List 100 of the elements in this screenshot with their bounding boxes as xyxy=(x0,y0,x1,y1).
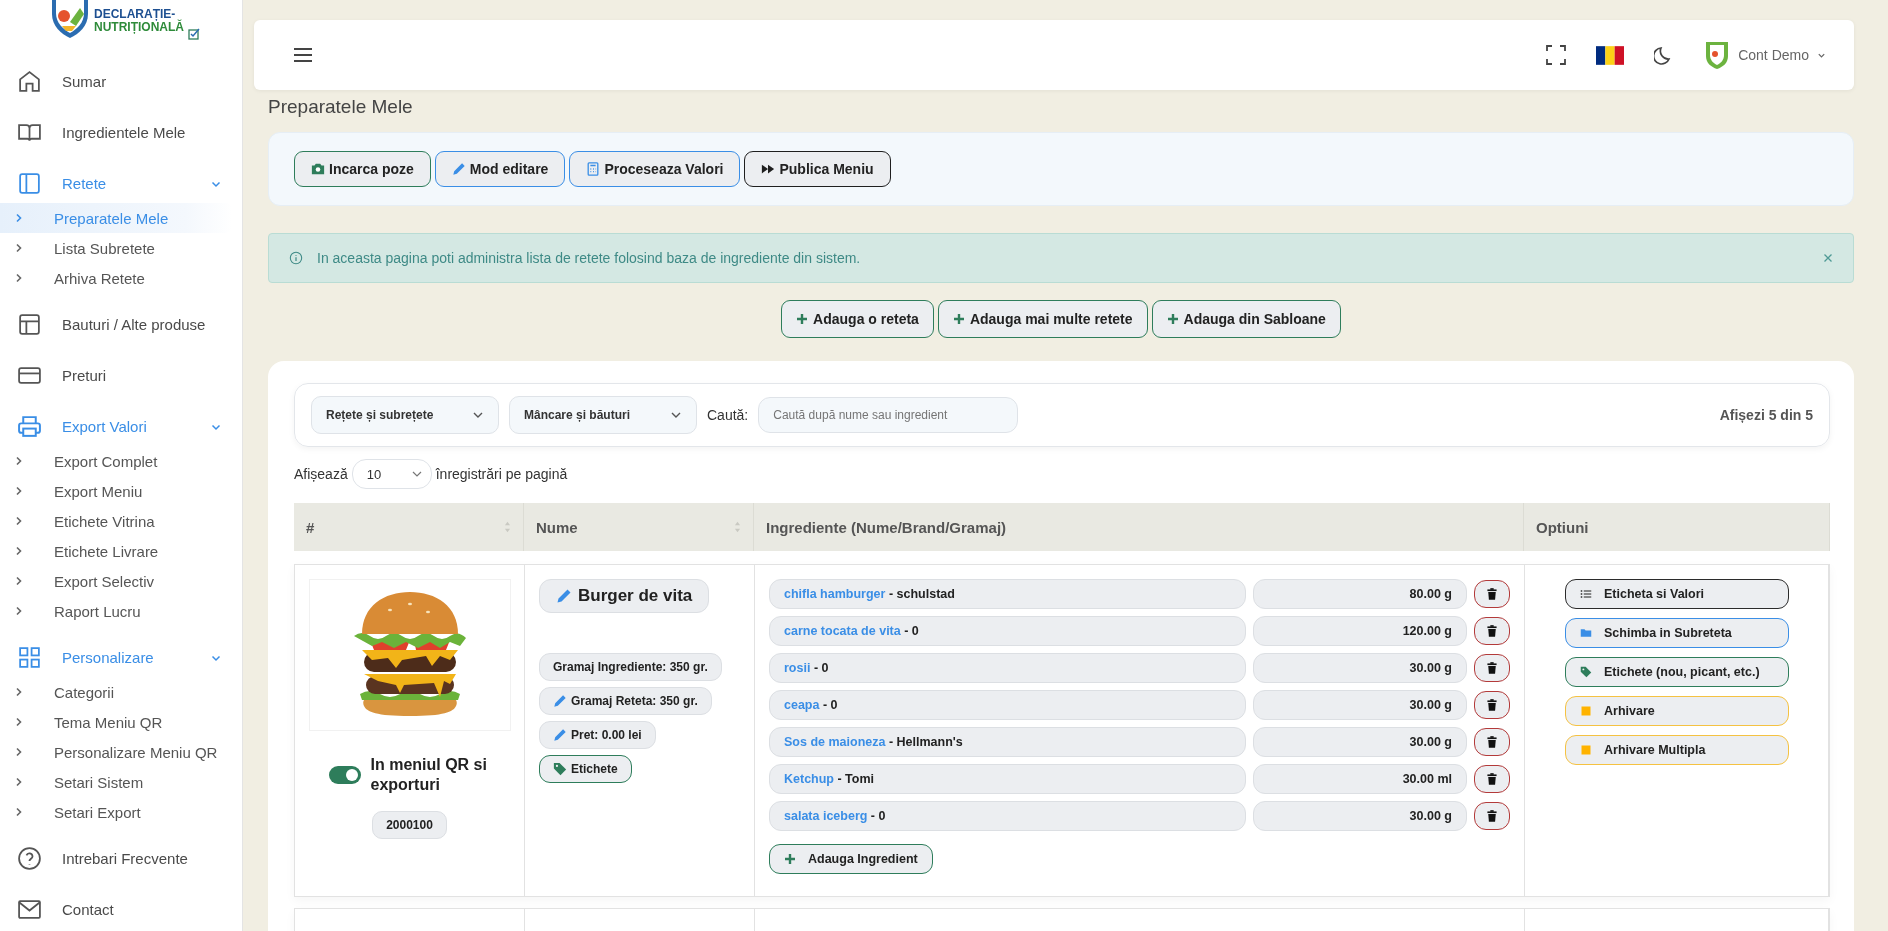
sidebar-item[interactable]: Sumar xyxy=(0,56,242,107)
delete-button[interactable] xyxy=(1474,654,1510,682)
option-button[interactable]: Schimba in Subreteta xyxy=(1565,618,1789,648)
chevron-right-icon xyxy=(14,486,24,496)
toolbar-button[interactable]: Mod editare xyxy=(434,151,566,187)
option-button[interactable]: Arhivare xyxy=(1565,696,1789,726)
sidebar-subitem[interactable]: Raport Lucru xyxy=(0,596,242,626)
sidebar-subitem[interactable]: Export Meniu xyxy=(0,476,242,506)
checkbox-icon xyxy=(188,28,200,40)
add-recipe-button[interactable]: Adauga mai multe retete xyxy=(937,300,1148,338)
page-length-label: înregistrări pe pagină xyxy=(435,466,568,482)
toggle-switch[interactable] xyxy=(328,766,361,784)
add-recipe-button[interactable]: Adauga o reteta xyxy=(781,300,934,338)
pencil-icon xyxy=(553,728,567,742)
delete-button[interactable] xyxy=(1474,802,1510,830)
sidebar-item[interactable]: Contact xyxy=(0,884,242,931)
chevron-right-icon xyxy=(14,687,24,697)
option-button[interactable]: Etichete (nou, picant, etc.) xyxy=(1565,657,1789,687)
column-header[interactable]: # xyxy=(294,503,524,551)
delete-button[interactable] xyxy=(1474,617,1510,645)
quantity-field[interactable]: 30.00 g xyxy=(1253,690,1467,720)
toolbar-button[interactable]: Proceseaza Valori xyxy=(569,151,741,187)
option-button[interactable]: Arhivare Multipla xyxy=(1565,735,1789,765)
sidebar-subitem[interactable]: Etichete Livrare xyxy=(0,536,242,566)
delete-button[interactable] xyxy=(1474,691,1510,719)
option-button[interactable]: Eticheta si Valori xyxy=(1565,579,1789,609)
delete-button[interactable] xyxy=(1474,580,1510,608)
calculator-icon xyxy=(586,162,601,176)
sidebar-subitem[interactable]: Tema Meniu QR xyxy=(0,707,242,737)
search-label: Caută: xyxy=(707,407,749,423)
column-header[interactable]: Optiuni xyxy=(1524,503,1830,551)
trash-icon xyxy=(1487,773,1497,785)
fast-forward-icon xyxy=(761,162,776,176)
mail-icon xyxy=(17,897,42,922)
flag-icon[interactable] xyxy=(1596,45,1625,65)
sidebar-panel-icon xyxy=(17,171,42,196)
sidebar-subitem[interactable]: Personalizare Meniu QR xyxy=(0,737,242,767)
fullscreen-icon[interactable] xyxy=(1546,45,1567,65)
info-pill[interactable]: Pret: 0.00 lei xyxy=(539,721,656,749)
sidebar-subitem[interactable]: Arhiva Retete xyxy=(0,263,242,293)
quantity-field[interactable]: 80.00 g xyxy=(1253,579,1467,609)
quantity-field[interactable]: 30.00 g xyxy=(1253,653,1467,683)
close-icon[interactable] xyxy=(1823,253,1833,263)
ingredient-field[interactable]: Ketchup - Tomi xyxy=(769,764,1246,794)
delete-button[interactable] xyxy=(1474,765,1510,793)
category-select[interactable]: Mâncare și băuturi xyxy=(509,396,697,434)
menu-icon[interactable] xyxy=(294,48,312,62)
type-select[interactable]: Rețete și subrețete xyxy=(311,396,499,434)
search-field[interactable]: Caută după nume sau ingredient xyxy=(758,397,1019,433)
add-recipe-button[interactable]: Adauga din Sabloane xyxy=(1151,300,1341,338)
sort-icon xyxy=(504,521,511,533)
column-header[interactable]: Ingrediente (Nume/Brand/Gramaj) xyxy=(754,503,1524,551)
chevron-right-icon xyxy=(14,777,24,787)
archive-icon xyxy=(1580,744,1592,756)
toolbar-button[interactable]: Incarca poze xyxy=(294,151,431,187)
recipe-name-button[interactable]: Burger de vita xyxy=(539,579,710,613)
sidebar-subitem[interactable]: Setari Sistem xyxy=(0,767,242,797)
folder-icon xyxy=(1580,627,1592,639)
tags-button[interactable]: Etichete xyxy=(539,755,632,783)
alert-text: In aceasta pagina poti administra lista de retete folosind baza de ingrediente din sistem. xyxy=(317,250,861,266)
layout-icon xyxy=(17,312,42,337)
ingredient-field[interactable]: chifla hamburger - schulstad xyxy=(769,579,1246,609)
chevron-right-icon xyxy=(14,807,24,817)
chevron-right-icon xyxy=(14,516,24,526)
ingredient-field[interactable]: ceapa - 0 xyxy=(769,690,1246,720)
sidebar-item[interactable]: Intrebari Frecvente xyxy=(0,833,242,884)
chevron-right-icon xyxy=(14,717,24,727)
quantity-field[interactable]: 30.00 g xyxy=(1253,727,1467,757)
sidebar-subitem[interactable]: Etichete Vitrina xyxy=(0,506,242,536)
add-ingredient-button[interactable]: Adauga Ingredient xyxy=(769,844,933,874)
ingredient-field[interactable]: salata iceberg - 0 xyxy=(769,801,1246,831)
delete-button[interactable] xyxy=(1474,728,1510,756)
column-header[interactable]: Nume xyxy=(524,503,754,551)
quantity-field[interactable]: 30.00 ml xyxy=(1253,764,1467,794)
sidebar-subitem[interactable]: Export Selectiv xyxy=(0,566,242,596)
info-pill[interactable]: Gramaj Reteta: 350 gr. xyxy=(539,687,712,715)
chevron-right-icon xyxy=(14,606,24,616)
sort-icon xyxy=(734,521,741,533)
sidebar-item[interactable]: Ingredientele Mele xyxy=(0,107,242,158)
tag-icon xyxy=(1580,666,1592,678)
sidebar-item[interactable]: Preturi xyxy=(0,350,242,401)
page-length-select[interactable]: 10 xyxy=(351,459,432,489)
sidebar-subitem[interactable]: Lista Subretete xyxy=(0,233,242,263)
plus-icon xyxy=(952,313,965,325)
quantity-field[interactable]: 30.00 g xyxy=(1253,801,1467,831)
sidebar-subitem[interactable]: Setari Export xyxy=(0,797,242,827)
ingredient-field[interactable]: rosii - 0 xyxy=(769,653,1246,683)
plus-icon xyxy=(796,313,809,325)
trash-icon xyxy=(1487,810,1497,822)
ingredient-field[interactable]: carne tocata de vita - 0 xyxy=(769,616,1246,646)
info-icon xyxy=(289,251,303,265)
toolbar-button[interactable]: Publica Meniu xyxy=(744,151,891,187)
info-pill[interactable]: Gramaj Ingrediente: 350 gr. xyxy=(539,653,722,681)
quantity-field[interactable]: 120.00 g xyxy=(1253,616,1467,646)
sidebar-item[interactable]: Bauturi / Alte produse xyxy=(0,299,242,350)
chevron-right-icon xyxy=(14,456,24,466)
user-menu[interactable]: Cont Demo xyxy=(1704,40,1826,70)
plus-icon xyxy=(784,853,796,865)
ingredient-field[interactable]: Sos de maioneza - Hellmann's xyxy=(769,727,1246,757)
page-length-label: Afișează xyxy=(294,466,348,482)
